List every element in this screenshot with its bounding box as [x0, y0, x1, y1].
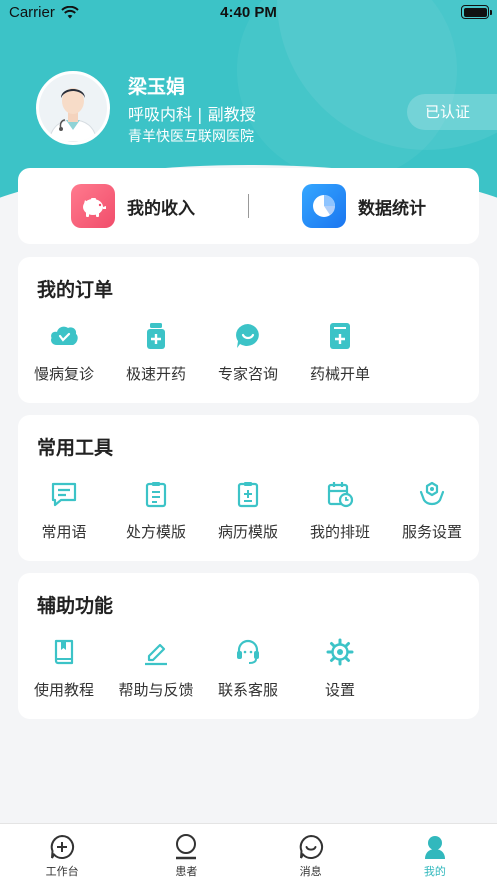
status-bar: Carrier 4:40 PM	[0, 0, 497, 26]
tool-label: 常用语	[41, 523, 87, 541]
statistics-button[interactable]: 数据统计	[249, 184, 479, 228]
clipboard-icon	[141, 479, 171, 509]
my-income-button[interactable]: 我的收入	[18, 184, 248, 228]
aux-label: 设置	[324, 681, 355, 699]
avatar[interactable]	[36, 71, 110, 145]
chat-bubble-icon	[233, 321, 263, 351]
order-chronic-followup[interactable]: 慢病复诊	[18, 321, 110, 384]
doctor-department: 呼吸内科 | 副教授	[128, 105, 256, 124]
pie-chart-icon	[302, 184, 346, 228]
order-device-prescription[interactable]: 药械开单	[294, 321, 386, 384]
orders-section: 我的订单 慢病复诊 极速开药 专家咨询 药械开单	[18, 257, 479, 403]
workbench-plus-icon	[50, 834, 75, 859]
tab-messages[interactable]: 消息	[249, 824, 373, 883]
piggy-bank-icon	[71, 184, 115, 228]
verified-badge[interactable]: 已认证	[407, 94, 497, 130]
order-fast-medicine[interactable]: 极速开药	[110, 321, 202, 384]
my-income-label: 我的收入	[127, 198, 195, 219]
book-icon	[49, 637, 79, 667]
tools-grid: 常用语 处方模版 病历模版 我的排班 服务设置	[18, 479, 479, 542]
tab-label: 工作台	[45, 865, 79, 878]
medicine-bottle-icon	[141, 321, 171, 351]
message-icon	[299, 834, 323, 859]
header-decoration	[237, 0, 457, 180]
headset-icon	[233, 637, 263, 667]
edit-pen-icon	[141, 637, 171, 667]
doctor-name: 梁玉娟	[128, 76, 186, 98]
aux-help-feedback[interactable]: 帮助与反馈	[110, 637, 202, 700]
tool-service-settings[interactable]: 服务设置	[386, 479, 478, 542]
bottom-tab-bar: 工作台 患者 消息 我的	[0, 823, 497, 883]
aux-title: 辅助功能	[37, 595, 114, 617]
order-label: 慢病复诊	[33, 365, 94, 383]
chronic-followup-icon	[49, 321, 79, 351]
income-card: 我的收入 数据统计	[18, 168, 479, 244]
tab-mine[interactable]: 我的	[373, 824, 497, 883]
aux-label: 联系客服	[217, 681, 278, 699]
tab-label: 患者	[175, 865, 198, 878]
patient-icon	[176, 834, 197, 860]
service-hands-icon	[417, 479, 447, 509]
prescription-form-icon	[325, 321, 355, 351]
aux-contact-support[interactable]: 联系客服	[202, 637, 294, 700]
orders-grid: 慢病复诊 极速开药 专家咨询 药械开单	[18, 321, 479, 384]
medical-record-icon	[233, 479, 263, 509]
order-expert-consult[interactable]: 专家咨询	[202, 321, 294, 384]
aux-tutorial[interactable]: 使用教程	[18, 637, 110, 700]
tools-title: 常用工具	[37, 437, 114, 459]
doctor-hospital: 青羊快医互联网医院	[128, 129, 254, 145]
tool-label: 病历模版	[217, 523, 278, 541]
order-label: 专家咨询	[217, 365, 278, 383]
aux-grid: 使用教程 帮助与反馈 联系客服 设置	[18, 637, 479, 700]
tab-label: 我的	[423, 865, 446, 878]
statistics-label: 数据统计	[358, 198, 426, 219]
tool-my-schedule[interactable]: 我的排班	[294, 479, 386, 542]
doctor-avatar-icon	[39, 74, 107, 142]
tab-label: 消息	[299, 865, 322, 878]
tool-label: 服务设置	[401, 523, 462, 541]
aux-section: 辅助功能 使用教程 帮助与反馈 联系客服 设置	[18, 573, 479, 719]
profile-icon	[424, 836, 445, 859]
gear-icon	[325, 637, 355, 667]
tool-medical-record-template[interactable]: 病历模版	[202, 479, 294, 542]
clock: 4:40 PM	[220, 4, 277, 21]
order-label: 极速开药	[125, 365, 186, 383]
phrases-icon	[49, 479, 79, 509]
tool-label: 处方模版	[125, 523, 186, 541]
battery-icon	[461, 5, 492, 19]
tab-patients[interactable]: 患者	[124, 824, 248, 883]
aux-label: 帮助与反馈	[118, 681, 194, 699]
tool-prescription-template[interactable]: 处方模版	[110, 479, 202, 542]
tool-label: 我的排班	[309, 523, 370, 541]
calendar-clock-icon	[325, 479, 355, 509]
tool-phrases[interactable]: 常用语	[18, 479, 110, 542]
aux-settings[interactable]: 设置	[294, 637, 386, 700]
order-label: 药械开单	[309, 365, 370, 383]
orders-title: 我的订单	[37, 279, 114, 301]
tab-workbench[interactable]: 工作台	[0, 824, 124, 883]
tools-section: 常用工具 常用语 处方模版 病历模版 我的排班 服务设置	[18, 415, 479, 561]
aux-label: 使用教程	[33, 681, 94, 699]
